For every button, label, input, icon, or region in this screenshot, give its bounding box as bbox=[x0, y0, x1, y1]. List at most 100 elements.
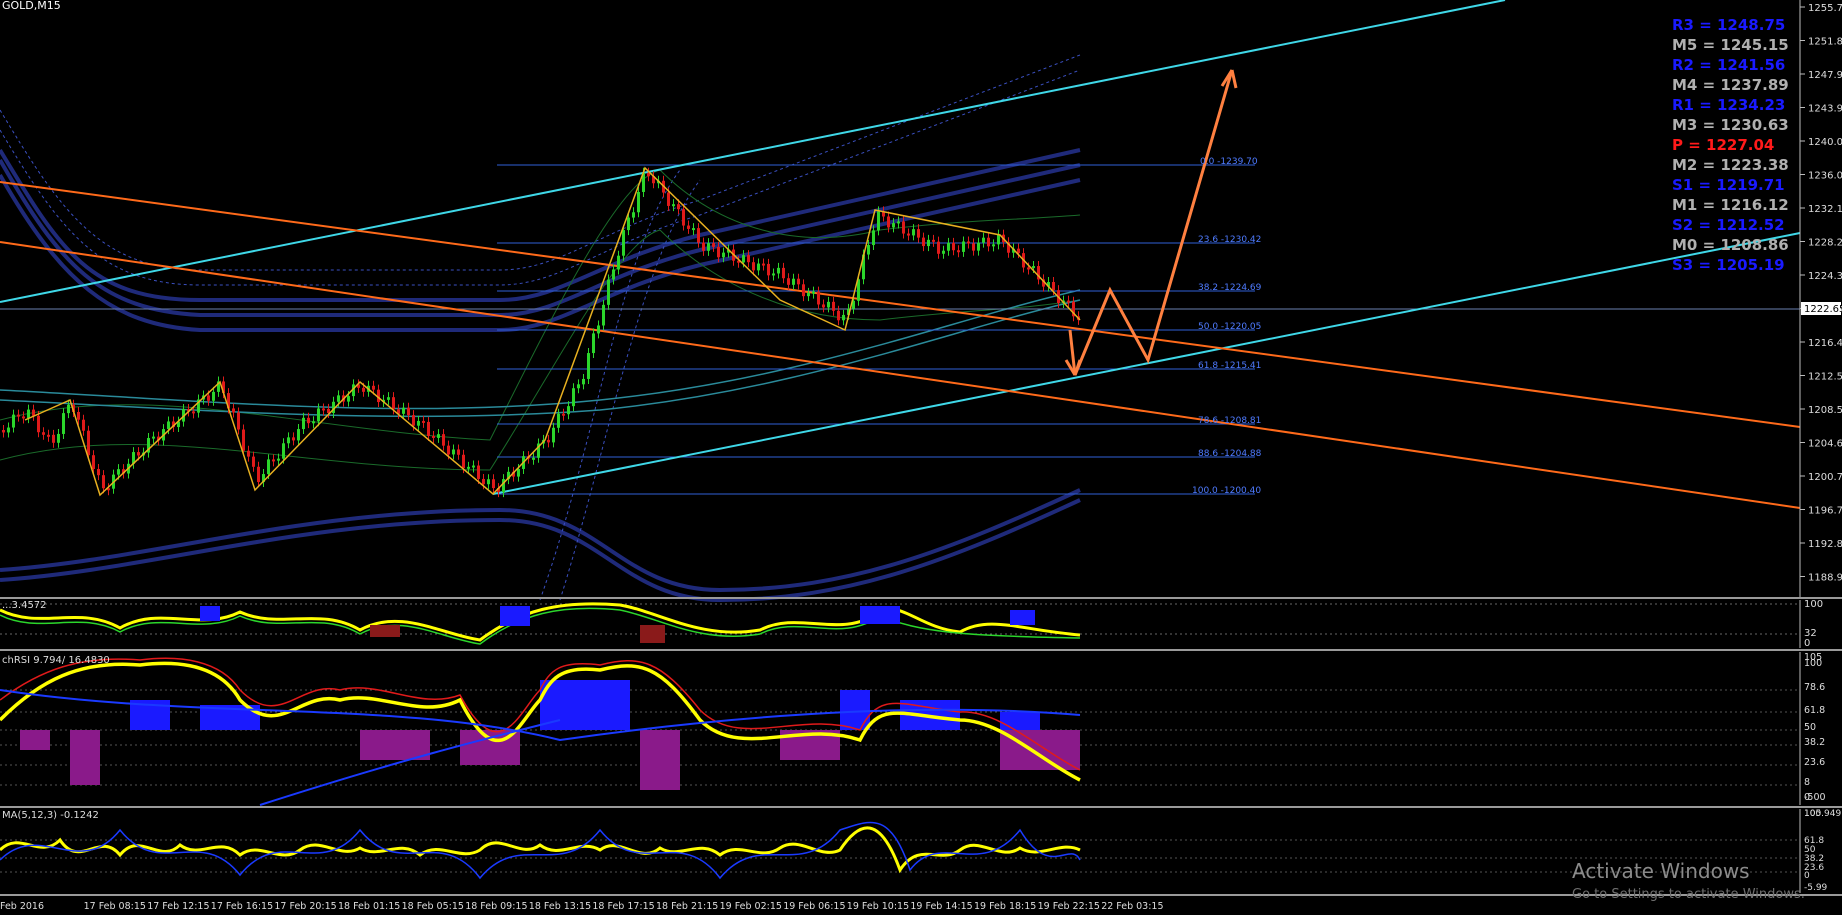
upper-cyan-trendline bbox=[0, 0, 1506, 303]
price-tick-label: 1247.98 bbox=[1808, 70, 1842, 81]
time-tick-label: 18 Feb 09:15 bbox=[465, 901, 527, 912]
candle-body bbox=[442, 434, 445, 446]
candle-body bbox=[1032, 266, 1035, 269]
candle-body bbox=[347, 396, 350, 402]
candle-body bbox=[1027, 267, 1030, 270]
candle-body bbox=[982, 237, 985, 243]
price-tick-label: 1212.58 bbox=[1808, 372, 1842, 383]
candle-body bbox=[362, 387, 365, 392]
candle-body bbox=[67, 404, 70, 414]
candle-body bbox=[17, 414, 20, 417]
candle-body bbox=[842, 314, 845, 321]
pivot-level-label: S1 = 1219.71 bbox=[1672, 176, 1785, 194]
candle-body bbox=[457, 449, 460, 455]
candle-body bbox=[427, 421, 430, 436]
candle-body bbox=[712, 243, 715, 247]
candle-body bbox=[387, 397, 390, 400]
time-tick-label: 17 Feb 08:15 bbox=[84, 901, 146, 912]
fib-label-50: 50.0 -1220.05 bbox=[1198, 322, 1261, 332]
candle-body bbox=[697, 228, 700, 243]
candle-body bbox=[722, 252, 725, 258]
candle-body bbox=[597, 325, 600, 334]
indicator2-axis-label: 38.2 bbox=[1804, 737, 1825, 748]
candle-body bbox=[322, 408, 325, 411]
candle-body bbox=[207, 395, 210, 401]
pivot-level-label: M5 = 1245.15 bbox=[1672, 36, 1789, 54]
symbol-label: GOLD,M15 bbox=[2, 0, 61, 12]
pivot-level-label: P = 1227.04 bbox=[1672, 136, 1774, 154]
dashed-envelopes bbox=[0, 54, 1081, 601]
channel-lines bbox=[0, 0, 1801, 509]
candle-body bbox=[302, 417, 305, 430]
candle-body bbox=[297, 429, 300, 441]
pivot-level-label: S3 = 1205.19 bbox=[1672, 256, 1785, 274]
candle-body bbox=[892, 223, 895, 228]
candle-body bbox=[997, 234, 1000, 245]
pivot-level-label: M3 = 1230.63 bbox=[1672, 116, 1789, 134]
candle-body bbox=[87, 430, 90, 456]
candle-body bbox=[747, 255, 750, 263]
pivot-level-label: M0 = 1208.86 bbox=[1672, 236, 1789, 254]
candle-body bbox=[562, 413, 565, 416]
time-tick-label: 22 Feb 03:15 bbox=[1101, 901, 1163, 912]
candle-body bbox=[97, 468, 100, 476]
time-tick-label: 17 Feb 12:15 bbox=[147, 901, 209, 912]
candle-body bbox=[477, 465, 480, 479]
candle-body bbox=[792, 278, 795, 285]
fib-label-236: 23.6 -1230.42 bbox=[1198, 235, 1261, 245]
candle-body bbox=[312, 421, 315, 424]
price-tick-label: 1232.18 bbox=[1808, 204, 1842, 215]
price-tick-label: 1251.88 bbox=[1808, 37, 1842, 48]
candle-body bbox=[867, 245, 870, 255]
candle-body bbox=[117, 469, 120, 475]
candle-body bbox=[957, 250, 960, 253]
candle-body bbox=[402, 407, 405, 414]
svg-text:100: 100 bbox=[1804, 599, 1823, 610]
candle-body bbox=[2, 430, 5, 433]
price-tick-label: 1196.78 bbox=[1808, 506, 1842, 517]
candle-body bbox=[667, 192, 670, 206]
candle-body bbox=[797, 278, 800, 285]
candle-body bbox=[587, 353, 590, 379]
candle-body bbox=[192, 411, 195, 414]
candle-body bbox=[767, 263, 770, 276]
current-price-label: 1222.65 bbox=[1804, 304, 1842, 315]
candle-body bbox=[972, 243, 975, 251]
candle-body bbox=[962, 241, 965, 252]
candle-body bbox=[407, 407, 410, 416]
time-tick-label: 19 Feb 22:15 bbox=[1038, 901, 1100, 912]
candle-body bbox=[492, 479, 495, 489]
price-tick-label: 1192.88 bbox=[1808, 539, 1842, 550]
candle-body bbox=[987, 237, 990, 247]
pivot-level-label: M2 = 1223.38 bbox=[1672, 156, 1789, 174]
candle-body bbox=[422, 420, 425, 423]
candle-body bbox=[22, 416, 25, 419]
price-tick-label: 1243.98 bbox=[1808, 104, 1842, 115]
candle-body bbox=[212, 391, 215, 401]
pivot-level-label: S2 = 1212.52 bbox=[1672, 216, 1785, 234]
candle-body bbox=[282, 443, 285, 459]
chart-canvas[interactable]: GOLD,M15 0.0 -1239.70 23.6 -1230.42 38.2… bbox=[0, 0, 1842, 915]
candle-body bbox=[572, 388, 575, 407]
candle-body bbox=[932, 239, 935, 242]
candle-body bbox=[872, 230, 875, 246]
candle-body bbox=[907, 233, 910, 236]
pivot-level-label: M1 = 1216.12 bbox=[1672, 196, 1789, 214]
candle-body bbox=[887, 216, 890, 228]
candle-body bbox=[917, 229, 920, 238]
candle-body bbox=[267, 459, 270, 475]
indicator3-axis-label: -5.99 bbox=[1804, 883, 1828, 893]
candle-body bbox=[552, 427, 555, 443]
candle-body bbox=[252, 456, 255, 467]
candle-body bbox=[482, 478, 485, 485]
indicator2-axis-label: 23.6 bbox=[1804, 757, 1825, 768]
candle-body bbox=[922, 237, 925, 247]
candle-body bbox=[617, 255, 620, 270]
candle-body bbox=[277, 458, 280, 461]
fibonacci-lines bbox=[497, 164, 1255, 495]
time-tick-label: 18 Feb 05:15 bbox=[402, 901, 464, 912]
fib-label-786: 78.6 -1208.81 bbox=[1198, 416, 1261, 426]
candle-body bbox=[877, 211, 880, 231]
candle-body bbox=[372, 385, 375, 390]
time-axis: Feb 2016 17 Feb 08:15 17 Feb 12:15 17 Feb 1… bbox=[0, 901, 1164, 912]
